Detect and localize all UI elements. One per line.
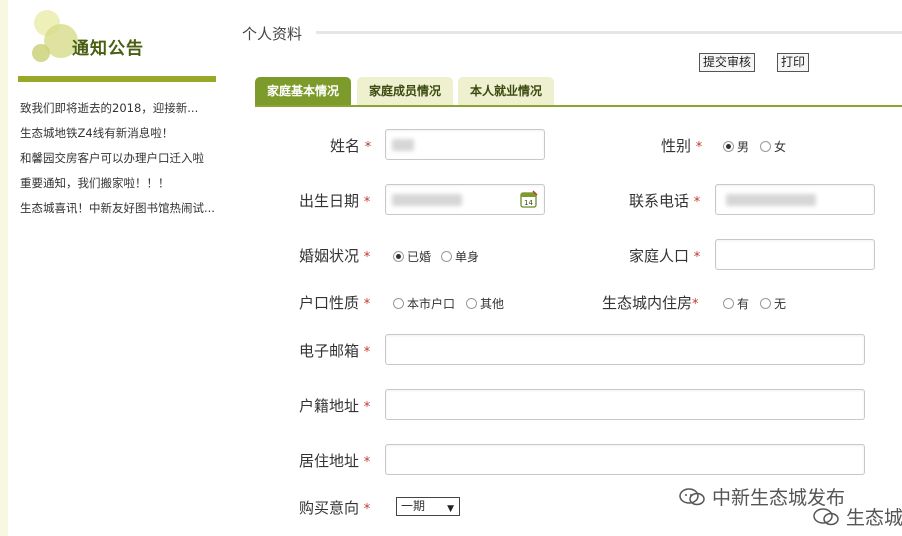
notice-title: 通知公告 <box>72 39 144 59</box>
calendar-day: 14 <box>524 199 533 207</box>
name-input[interactable] <box>385 129 545 160</box>
redacted-value <box>392 139 414 151</box>
required-mark: * <box>693 250 701 265</box>
name-label: 姓名 * <box>330 135 371 156</box>
hukou-type-label-text: 户口性质 <box>299 294 360 312</box>
hukou-local-radio[interactable]: 本市户口 <box>393 295 455 312</box>
radio-icon <box>441 251 452 262</box>
marital-label-text: 婚姻状况 <box>299 247 360 265</box>
gender-male-radio[interactable]: 男 <box>723 138 749 155</box>
purchase-label: 购买意向 * <box>299 497 370 518</box>
residence-input[interactable] <box>385 444 865 475</box>
gender-label: 性别 * <box>661 135 702 156</box>
gender-label-text: 性别 <box>661 137 692 155</box>
news-list: 致我们即将逝去的2018，迎接新... 生态城地铁Z4线有新消息啦！ 和馨园交房… <box>20 100 216 225</box>
required-mark: * <box>364 140 372 155</box>
notice-divider <box>18 76 216 82</box>
purchase-selected-value: 一期 <box>401 499 426 513</box>
calendar-icon[interactable]: 14 <box>519 189 539 209</box>
email-label-text: 电子邮箱 <box>299 342 360 360</box>
radio-label: 本市户口 <box>407 297 456 311</box>
sidebar: 通知公告 致我们即将逝去的2018，迎接新... 生态城地铁Z4线有新消息啦！ … <box>0 0 218 536</box>
phone-input[interactable] <box>715 184 875 215</box>
print-button[interactable]: 打印 <box>777 53 810 72</box>
purchase-label-text: 购买意向 <box>299 499 360 517</box>
title-divider <box>316 31 902 34</box>
birth-label-text: 出生日期 <box>299 192 360 210</box>
radio-icon <box>393 298 404 309</box>
tab-family-basic[interactable]: 家庭基本情况 <box>255 77 351 106</box>
sidebar-strip <box>0 0 8 536</box>
name-label-text: 姓名 <box>330 137 361 155</box>
eco-housing-yes-radio[interactable]: 有 <box>723 295 749 312</box>
radio-label: 无 <box>774 297 787 311</box>
eco-housing-no-radio[interactable]: 无 <box>760 295 786 312</box>
submit-review-button[interactable]: 提交审核 <box>699 53 756 72</box>
household-label-text: 家庭人口 <box>629 247 690 265</box>
eco-housing-label: 生态城内住房* <box>602 292 699 313</box>
required-mark: * <box>695 140 703 155</box>
tab-family-members[interactable]: 家庭成员情况 <box>357 77 453 106</box>
email-label: 电子邮箱 * <box>299 340 370 361</box>
radio-icon <box>723 298 734 309</box>
residence-label-text: 居住地址 <box>299 452 360 470</box>
eco-housing-label-text: 生态城内住房 <box>602 294 693 312</box>
news-item[interactable]: 生态城地铁Z4线有新消息啦！ <box>20 125 216 141</box>
required-mark: * <box>693 195 701 210</box>
residence-label: 居住地址 * <box>299 450 370 471</box>
marital-single-radio[interactable]: 单身 <box>441 248 479 265</box>
marital-married-radio[interactable]: 已婚 <box>393 248 431 265</box>
redacted-value <box>392 194 462 206</box>
hukou-address-label-text: 户籍地址 <box>299 397 360 415</box>
gender-female-radio[interactable]: 女 <box>760 138 786 155</box>
news-item[interactable]: 重要通知，我们搬家啦！！！ <box>20 175 216 191</box>
required-mark: * <box>363 455 371 470</box>
hukou-type-label: 户口性质 * <box>299 292 370 313</box>
required-mark: * <box>363 345 371 360</box>
page-title: 个人资料 <box>242 25 303 43</box>
radio-label: 单身 <box>455 250 480 264</box>
purchase-select[interactable]: 一期 ▼ <box>396 497 460 516</box>
radio-label: 其他 <box>480 297 505 311</box>
required-mark: * <box>363 502 371 517</box>
household-label: 家庭人口 * <box>629 245 700 266</box>
phone-label: 联系电话 * <box>629 190 700 211</box>
required-mark: * <box>363 195 371 210</box>
required-mark: * <box>692 297 699 312</box>
required-mark: * <box>363 297 371 312</box>
hukou-address-label: 户籍地址 * <box>299 395 370 416</box>
dropdown-arrow-icon: ▼ <box>447 504 454 514</box>
radio-icon <box>760 141 771 152</box>
news-item[interactable]: 生态城喜讯！中新友好图书馆热闹试... <box>20 200 216 216</box>
news-item[interactable]: 致我们即将逝去的2018，迎接新... <box>20 100 216 116</box>
household-input[interactable] <box>715 239 875 270</box>
watermark-text: 生态城 <box>846 507 902 529</box>
radio-checked-icon <box>723 141 734 152</box>
news-item[interactable]: 和馨园交房客户可以办理户口迁入啦 <box>20 150 216 166</box>
wechat-icon <box>813 508 839 526</box>
required-mark: * <box>363 400 371 415</box>
birth-date-input[interactable]: 14 <box>385 184 545 215</box>
wechat-icon <box>679 488 705 506</box>
hukou-address-input[interactable] <box>385 389 865 420</box>
watermark-secondary: 生态城 <box>812 503 902 530</box>
radio-label: 有 <box>737 297 750 311</box>
marital-label: 婚姻状况 * <box>299 245 370 266</box>
radio-icon <box>466 298 477 309</box>
redacted-value <box>726 194 816 206</box>
radio-label: 男 <box>737 140 750 154</box>
radio-icon <box>760 298 771 309</box>
hukou-other-radio[interactable]: 其他 <box>466 295 504 312</box>
tab-employment[interactable]: 本人就业情况 <box>458 77 554 106</box>
radio-label: 已婚 <box>407 250 432 264</box>
phone-label-text: 联系电话 <box>629 192 690 210</box>
birth-label: 出生日期 * <box>299 190 370 211</box>
tab-underline <box>255 105 902 107</box>
radio-checked-icon <box>393 251 404 262</box>
radio-label: 女 <box>774 140 787 154</box>
email-input[interactable] <box>385 334 865 365</box>
required-mark: * <box>363 250 371 265</box>
